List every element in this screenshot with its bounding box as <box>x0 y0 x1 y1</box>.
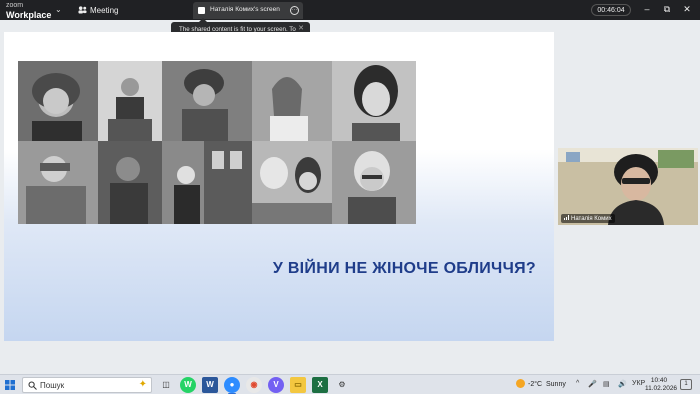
meeting-timer[interactable]: 00:46:04 <box>591 4 631 16</box>
windows-start-icon[interactable] <box>5 380 15 390</box>
taskbar-clock[interactable]: 10:40 11.02.2026 <box>645 377 678 393</box>
collage-photo <box>162 141 252 224</box>
timer-text: 00:46:04 <box>597 7 625 14</box>
weather-text: Sunny <box>545 381 566 388</box>
network-icon[interactable]: ▤ <box>603 380 610 388</box>
meeting-menu[interactable]: Meeting <box>78 5 118 15</box>
word-icon[interactable]: W <box>202 377 218 393</box>
taskbar-search-box[interactable]: Пошук ✦ <box>22 377 152 393</box>
zoom-logo: zoom Workplace <box>6 2 52 20</box>
collage-photo <box>332 141 416 224</box>
excel-icon[interactable]: X <box>312 377 328 393</box>
brand-large-text: Workplace <box>6 10 52 20</box>
clock-time: 10:40 <box>650 377 668 384</box>
collage-photo <box>98 141 162 224</box>
microphone-icon[interactable]: 🎤 <box>588 380 597 388</box>
ellipsis-icon[interactable]: ··· <box>290 6 299 15</box>
meeting-label: Meeting <box>90 6 119 15</box>
close-icon[interactable]: ✕ <box>681 4 693 15</box>
shared-screen-label: Наталія Комих's screen <box>210 6 280 13</box>
participant-name-label: Наталія Комих <box>561 214 615 223</box>
shared-slide: У ВІЙНИ НЕ ЖІНОЧЕ ОБЛИЧЧЯ? <box>4 32 554 341</box>
participant-video-tile[interactable]: Наталія Комих <box>558 148 698 225</box>
tooltip-arrow <box>199 18 207 22</box>
slide-title: У ВІЙНИ НЕ ЖІНОЧЕ ОБЛИЧЧЯ? <box>272 260 536 277</box>
chevron-up-icon[interactable]: ^ <box>576 380 579 387</box>
file-explorer-icon[interactable]: ▭ <box>290 377 306 393</box>
zoom-titlebar: zoom Workplace ⌄ Meeting Наталія Комих's… <box>0 0 700 20</box>
settings-gear-icon[interactable]: ⚙ <box>334 377 350 393</box>
chrome-icon[interactable]: ◉ <box>246 377 262 393</box>
clock-date: 11.02.2026 <box>645 385 678 392</box>
sun-icon <box>516 379 525 388</box>
weather-temp: -2°C <box>528 381 543 388</box>
volume-icon[interactable]: 🔊 <box>618 380 627 388</box>
shared-screen-tab[interactable]: Наталія Комих's screen ··· <box>193 2 303 19</box>
brand-small-text: zoom <box>6 2 24 9</box>
signal-icon <box>564 215 569 220</box>
screen-share-icon <box>198 7 205 14</box>
collage-photo <box>252 61 332 141</box>
zoom-taskbar-icon[interactable]: ● <box>224 377 240 394</box>
collage-photo <box>252 141 332 224</box>
language-indicator[interactable]: УКР <box>632 380 645 387</box>
whatsapp-icon[interactable]: W <box>180 377 196 393</box>
weather-widget[interactable]: -2°C Sunny <box>516 379 566 388</box>
collage-photo <box>162 61 252 141</box>
windows-taskbar: Пошук ✦ ◫ W W ● ◉ V ▭ X ⚙ -2°C Sunny ^ 🎤… <box>0 374 700 394</box>
copilot-sparkle-icon: ✦ <box>138 379 147 390</box>
collage-photo <box>18 141 98 224</box>
viber-icon[interactable]: V <box>268 377 284 393</box>
collage-photo <box>18 61 98 141</box>
search-icon <box>28 381 37 390</box>
task-view-icon[interactable]: ◫ <box>158 377 174 393</box>
collage-photo <box>332 61 416 141</box>
search-label: Пошук <box>40 381 65 390</box>
participant-name: Наталія Комих <box>571 216 612 222</box>
meeting-icon <box>78 6 87 14</box>
chevron-down-icon[interactable]: ⌄ <box>55 5 62 14</box>
collage-photo <box>98 61 162 141</box>
minimize-icon[interactable]: – <box>641 4 653 14</box>
photo-collage <box>18 61 416 224</box>
restore-icon[interactable]: ⧉ <box>661 4 673 15</box>
notification-badge[interactable]: 1 <box>680 379 692 390</box>
